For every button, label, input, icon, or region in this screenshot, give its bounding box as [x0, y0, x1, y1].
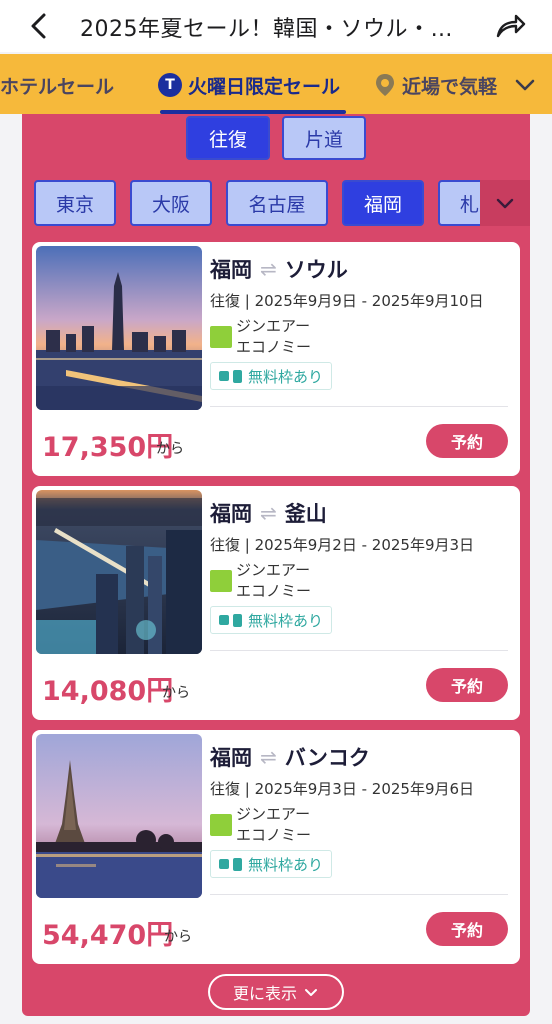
airline-name: ジンエアー — [236, 317, 311, 335]
travel-dates: 往復 | 2025年9月9日 - 2025年9月10日 — [210, 292, 484, 310]
city-osaka-button[interactable]: 大阪 — [130, 180, 212, 226]
airline-info: ジンエアー エコノミー — [236, 804, 311, 846]
baggage-label: 無料枠あり — [248, 367, 324, 386]
bag-icon — [219, 859, 229, 869]
price-from-label: から — [162, 685, 190, 701]
city-list-expand[interactable] — [480, 180, 530, 226]
destination-city: バンコク — [284, 746, 370, 770]
tab-tuesday-sale[interactable]: T 火曜日限定セール — [158, 70, 340, 100]
suitcase-icon — [233, 613, 242, 627]
divider — [210, 894, 508, 895]
airline-logo — [210, 326, 232, 348]
swap-arrows-icon: ⇌ — [260, 257, 277, 281]
swap-arrows-icon: ⇌ — [260, 501, 277, 525]
route: 福岡 ⇌ 釜山 — [210, 498, 327, 528]
category-tabs: ホテルセール T 火曜日限定セール 近場で気軽 — [0, 54, 552, 114]
deal-card[interactable]: 福岡 ⇌ ソウル 往復 | 2025年9月9日 - 2025年9月10日 ジンエ… — [32, 242, 520, 476]
destination-photo — [36, 734, 202, 898]
baggage-label: 無料枠あり — [248, 855, 324, 874]
show-more-button[interactable]: 更に表示 — [208, 974, 344, 1010]
deal-card[interactable]: 福岡 ⇌ 釜山 往復 | 2025年9月2日 - 2025年9月3日 ジンエアー… — [32, 486, 520, 720]
page-title: 2025年夏セール！韓国・ソウル・… — [80, 17, 453, 42]
tab-nearby[interactable]: 近場で気軽 — [374, 70, 497, 100]
one-way-button[interactable]: 片道 — [282, 116, 366, 160]
route: 福岡 ⇌ バンコク — [210, 742, 370, 772]
city-fukuoka-button[interactable]: 福岡 — [342, 180, 424, 226]
destination-photo — [36, 490, 202, 654]
city-nagoya-button[interactable]: 名古屋 — [226, 180, 328, 226]
swap-arrows-icon: ⇌ — [260, 745, 277, 769]
baggage-badge: 無料枠あり — [210, 362, 333, 390]
city-sapporo-button[interactable]: 札 — [438, 180, 484, 226]
price: 54,470円 — [42, 920, 174, 951]
city-tokyo-button[interactable]: 東京 — [34, 180, 116, 226]
price-from-label: から — [156, 441, 184, 457]
origin-city: 福岡 — [210, 746, 252, 770]
share-icon[interactable] — [494, 10, 526, 42]
t-badge-icon: T — [158, 73, 182, 97]
travel-dates: 往復 | 2025年9月2日 - 2025年9月3日 — [210, 536, 475, 554]
destination-photo — [36, 246, 202, 410]
cabin-class: エコノミー — [236, 338, 312, 356]
destination-city: 釜山 — [284, 502, 327, 526]
divider — [210, 650, 508, 651]
tab-label: 火曜日限定セール — [188, 75, 341, 98]
destination-city: ソウル — [284, 258, 348, 282]
baggage-badge: 無料枠あり — [210, 850, 333, 878]
tab-label: 近場で気軽 — [402, 75, 498, 98]
bag-icon — [219, 615, 229, 625]
baggage-label: 無料枠あり — [248, 611, 324, 630]
divider — [210, 406, 508, 407]
price: 17,350円 — [42, 432, 174, 463]
airline-logo — [210, 570, 232, 592]
back-arrow-icon[interactable] — [26, 12, 52, 40]
airline-logo — [210, 814, 232, 836]
suitcase-icon — [233, 857, 242, 871]
deals-panel: 往復 片道 東京 大阪 名古屋 福岡 札 福岡 ⇌ ソウル 往復 | 2025年… — [22, 114, 530, 1016]
origin-city: 福岡 — [210, 502, 252, 526]
map-pin-icon — [376, 74, 394, 96]
deal-card[interactable]: 福岡 ⇌ バンコク 往復 | 2025年9月3日 - 2025年9月6日 ジンエ… — [32, 730, 520, 964]
round-trip-button[interactable]: 往復 — [186, 116, 270, 160]
book-button[interactable]: 予約 — [426, 424, 508, 458]
cabin-class: エコノミー — [236, 826, 312, 844]
suitcase-icon — [233, 369, 242, 383]
show-more-label: 更に表示 — [232, 984, 297, 1003]
book-button[interactable]: 予約 — [426, 668, 508, 702]
price: 14,080円 — [42, 676, 174, 707]
baggage-badge: 無料枠あり — [210, 606, 333, 634]
airline-name: ジンエアー — [236, 561, 311, 579]
tab-label: ホテルセール — [0, 75, 115, 98]
airline-info: ジンエアー エコノミー — [236, 316, 311, 358]
book-button[interactable]: 予約 — [426, 912, 508, 946]
bag-icon — [219, 371, 229, 381]
origin-city: 福岡 — [210, 258, 252, 282]
chevron-down-icon — [305, 989, 317, 996]
airline-name: ジンエアー — [236, 805, 311, 823]
tab-hotel-sale[interactable]: ホテルセール — [0, 70, 114, 100]
chevron-down-icon — [496, 198, 514, 209]
travel-dates: 往復 | 2025年9月3日 - 2025年9月6日 — [210, 780, 475, 798]
route: 福岡 ⇌ ソウル — [210, 254, 348, 284]
top-bar: 2025年夏セール！韓国・ソウル・… — [0, 0, 552, 52]
chevron-down-icon[interactable] — [512, 72, 538, 98]
airline-info: ジンエアー エコノミー — [236, 560, 311, 602]
price-from-label: から — [164, 929, 192, 945]
cabin-class: エコノミー — [236, 582, 312, 600]
